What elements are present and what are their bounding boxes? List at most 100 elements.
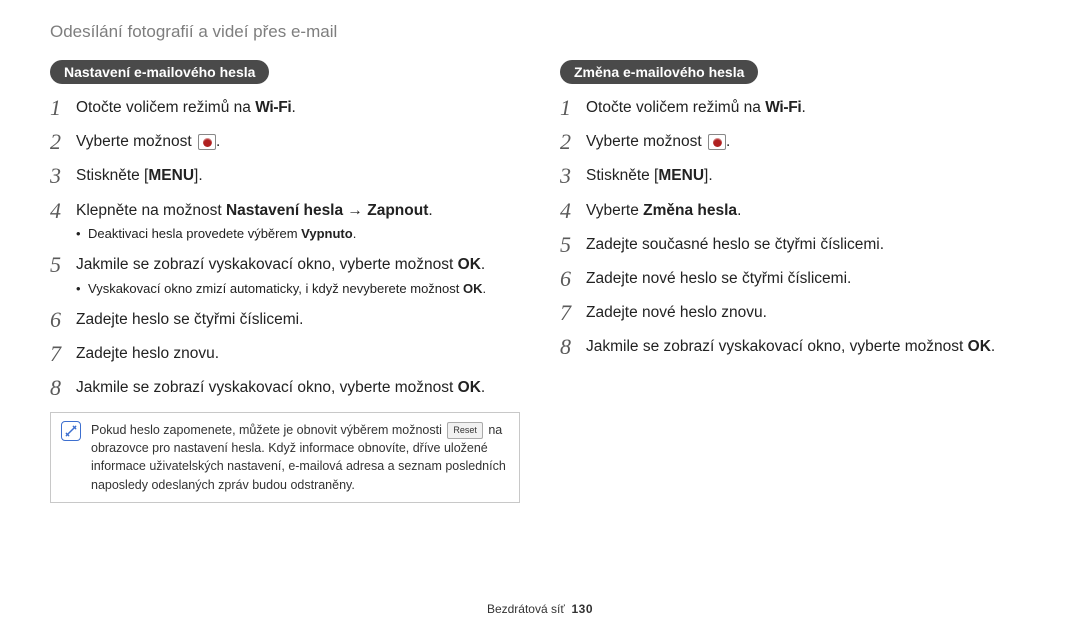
step-text: Zadejte současné heslo se čtyřmi číslice…: [586, 233, 884, 256]
note-text: Pokud heslo zapomenete, můžete je obnovi…: [91, 421, 509, 494]
text: Jakmile se zobrazí vyskakovací okno, vyb…: [586, 338, 968, 355]
step-text: Vyberte možnost .: [76, 130, 220, 153]
text: .: [737, 202, 741, 219]
step-2: 2 Vyberte možnost .: [560, 130, 1030, 154]
menu-button-label: MENU: [148, 167, 194, 184]
text: Vyberte možnost: [586, 133, 706, 150]
step-number: 2: [560, 130, 586, 154]
heading-pill-right: Změna e-mailového hesla: [560, 60, 758, 84]
text: Otočte voličem režimů na: [586, 99, 765, 116]
reset-chip: Reset: [447, 422, 483, 439]
step-number: 6: [50, 308, 76, 332]
step-4: 4 Vyberte Změna hesla.: [560, 199, 1030, 223]
left-steps: 1 Otočte voličem režimů na Wi-Fi. 2 Vybe…: [50, 96, 520, 400]
page-footer: Bezdrátová síť 130: [0, 602, 1080, 616]
step-number: 8: [560, 335, 586, 359]
step-6: 6 Zadejte nové heslo se čtyřmi číslicemi…: [560, 267, 1030, 291]
step-6: 6 Zadejte heslo se čtyřmi číslicemi.: [50, 308, 520, 332]
step-text: Vyberte možnost .: [586, 130, 730, 153]
email-app-icon: [198, 134, 216, 150]
wifi-label: Wi-Fi: [765, 99, 801, 116]
step-2: 2 Vyberte možnost .: [50, 130, 520, 154]
bold: OK: [463, 281, 483, 296]
step-8: 8 Jakmile se zobrazí vyskakovací okno, v…: [560, 335, 1030, 359]
step-1: 1 Otočte voličem režimů na Wi-Fi.: [560, 96, 1030, 120]
step-text: Otočte voličem režimů na Wi-Fi.: [76, 96, 296, 119]
text: Jakmile se zobrazí vyskakovací okno, vyb…: [76, 256, 458, 273]
wifi-label: Wi-Fi: [255, 99, 291, 116]
text: Vyberte: [586, 202, 643, 219]
step-7: 7 Zadejte nové heslo znovu.: [560, 301, 1030, 325]
sub-bullet: Vyskakovací okno zmizí automaticky, i kd…: [76, 280, 486, 298]
text: .: [801, 99, 805, 116]
email-app-icon: [708, 134, 726, 150]
step-text: Jakmile se zobrazí vyskakovací okno, vyb…: [586, 335, 995, 358]
menu-button-label: MENU: [658, 167, 704, 184]
step-5: 5 Zadejte současné heslo se čtyřmi čísli…: [560, 233, 1030, 257]
text: Vyberte možnost: [76, 133, 196, 150]
page-title: Odesílání fotografií a videí přes e-mail: [50, 22, 1030, 42]
step-number: 1: [560, 96, 586, 120]
bold: OK: [968, 338, 991, 355]
text: ].: [194, 167, 203, 184]
text: Pokud heslo zapomenete, můžete je obnovi…: [91, 423, 445, 437]
bold: OK: [458, 256, 481, 273]
step-number: 3: [50, 164, 76, 188]
text: .: [353, 226, 357, 241]
text: .: [991, 338, 995, 355]
step-number: 8: [50, 376, 76, 400]
page-number: 130: [572, 602, 594, 616]
step-number: 2: [50, 130, 76, 154]
text: Otočte voličem režimů na: [76, 99, 255, 116]
sub-bullet: Deaktivaci hesla provedete výběrem Vypnu…: [76, 225, 433, 243]
step-7: 7 Zadejte heslo znovu.: [50, 342, 520, 366]
text: Stiskněte [: [586, 167, 658, 184]
text: .: [428, 202, 432, 219]
step-text: Zadejte nové heslo se čtyřmi číslicemi.: [586, 267, 851, 290]
bold: OK: [458, 379, 481, 396]
content-columns: Nastavení e-mailového hesla 1 Otočte vol…: [50, 60, 1030, 503]
text: .: [482, 281, 486, 296]
step-text: Zadejte heslo znovu.: [76, 342, 219, 365]
bold: Vypnuto: [301, 226, 353, 241]
step-text: Klepněte na možnost Nastavení hesla → Za…: [76, 199, 433, 243]
step-8: 8 Jakmile se zobrazí vyskakovací okno, v…: [50, 376, 520, 400]
right-column: Změna e-mailového hesla 1 Otočte voličem…: [560, 60, 1030, 503]
step-text: Otočte voličem režimů na Wi-Fi.: [586, 96, 806, 119]
text: .: [481, 256, 485, 273]
note-box: Pokud heslo zapomenete, můžete je obnovi…: [50, 412, 520, 503]
text: Stiskněte [: [76, 167, 148, 184]
step-number: 5: [50, 253, 76, 277]
step-text: Zadejte heslo se čtyřmi číslicemi.: [76, 308, 303, 331]
text: Klepněte na možnost: [76, 202, 226, 219]
text: Jakmile se zobrazí vyskakovací okno, vyb…: [76, 379, 458, 396]
step-number: 1: [50, 96, 76, 120]
step-number: 3: [560, 164, 586, 188]
step-number: 6: [560, 267, 586, 291]
note-info-icon: [61, 421, 81, 441]
step-number: 4: [560, 199, 586, 223]
step-number: 5: [560, 233, 586, 257]
right-steps: 1 Otočte voličem režimů na Wi-Fi. 2 Vybe…: [560, 96, 1030, 360]
left-column: Nastavení e-mailového hesla 1 Otočte vol…: [50, 60, 520, 503]
bold: Změna hesla: [643, 202, 737, 219]
step-text: Jakmile se zobrazí vyskakovací okno, vyb…: [76, 376, 485, 399]
step-4: 4 Klepněte na možnost Nastavení hesla → …: [50, 199, 520, 243]
step-text: Stiskněte [MENU].: [586, 164, 713, 187]
text: Vyskakovací okno zmizí automaticky, i kd…: [88, 281, 463, 296]
step-text: Zadejte nové heslo znovu.: [586, 301, 767, 324]
text: .: [216, 133, 220, 150]
step-number: 7: [560, 301, 586, 325]
step-text: Vyberte Změna hesla.: [586, 199, 741, 222]
step-3: 3 Stiskněte [MENU].: [50, 164, 520, 188]
text: ].: [704, 167, 713, 184]
step-number: 7: [50, 342, 76, 366]
footer-label: Bezdrátová síť: [487, 602, 565, 616]
text: .: [481, 379, 485, 396]
text: Deaktivaci hesla provedete výběrem: [88, 226, 301, 241]
bold: Zapnout: [367, 202, 428, 219]
bold: Nastavení hesla: [226, 202, 343, 219]
arrow: →: [343, 202, 367, 219]
heading-pill-left: Nastavení e-mailového hesla: [50, 60, 269, 84]
step-number: 4: [50, 199, 76, 223]
